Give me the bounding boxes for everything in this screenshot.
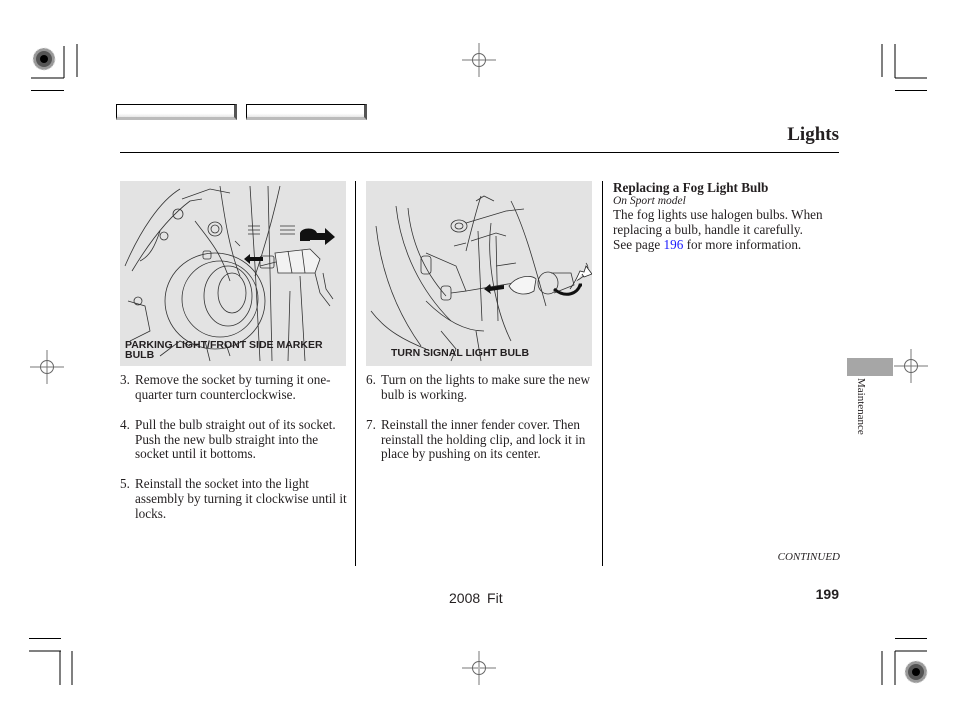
- continued-label: CONTINUED: [777, 551, 840, 563]
- step-text: Reinstall the socket into the light asse…: [135, 476, 347, 521]
- steps-column-2: 6. Turn on the lights to make sure the ne…: [366, 372, 598, 477]
- step-number: 6.: [366, 372, 376, 387]
- fog-light-body: The fog lights use halogen bulbs. When r…: [613, 207, 823, 253]
- figure-caption: TURN SIGNAL LIGHT BULB: [391, 347, 530, 359]
- section-title: Lights: [787, 124, 839, 145]
- step-number: 4.: [120, 416, 130, 432]
- footer-model: 2008 Fit: [449, 590, 503, 606]
- step-item: 4. Pull the bulb straight out of its sock…: [120, 416, 352, 463]
- page-196-link[interactable]: 196: [664, 237, 684, 252]
- step-item: 5. Reinstall the socket into the light as…: [120, 476, 352, 522]
- registration-mark-top-left: [31, 44, 78, 91]
- step-text: Turn on the lights to make sure the new …: [381, 372, 591, 402]
- section-tab[interactable]: [847, 358, 893, 376]
- crosshair-top-icon: [462, 43, 496, 77]
- nav-button-index[interactable]: [246, 104, 367, 120]
- steps-column-1: 3. Remove the socket by turning it one-qu…: [120, 372, 352, 537]
- figure-turn-signal: TURN SIGNAL LIGHT BULB: [366, 181, 592, 366]
- printer-target-icon: [904, 660, 928, 684]
- registration-mark-bottom-left: [29, 638, 73, 685]
- fog-light-heading: Replacing a Fog Light Bulb: [613, 180, 769, 195]
- printer-target-icon: [32, 47, 56, 71]
- fog-light-section: Replacing a Fog Light Bulb On Sport mode…: [613, 180, 823, 253]
- step-text: Reinstall the inner fender cover. Then r…: [381, 416, 586, 462]
- page-number: 199: [815, 586, 839, 602]
- title-rule: [120, 152, 839, 153]
- column-divider-2: [602, 181, 603, 566]
- figure-parking-light: PARKING LIGHT/FRONT SIDE MARKER BULB: [120, 181, 346, 366]
- turn-signal-illustration: [370, 195, 592, 362]
- step-text: Remove the socket by turning it one-quar…: [135, 372, 331, 402]
- step-text: Pull the bulb straight out of its socket…: [135, 416, 336, 462]
- step-item: 6. Turn on the lights to make sure the ne…: [366, 372, 598, 403]
- crosshair-right-icon: [894, 349, 928, 383]
- step-item: 3. Remove the socket by turning it one-qu…: [120, 372, 352, 403]
- section-tab-label: Maintenance: [855, 378, 867, 435]
- step-number: 7.: [366, 416, 376, 432]
- column-divider-1: [355, 181, 356, 566]
- crosshair-left-icon: [30, 350, 64, 384]
- registration-mark-bottom-right: [881, 638, 928, 685]
- crosshair-bottom-icon: [462, 651, 496, 685]
- step-number: 3.: [120, 372, 130, 387]
- nav-button-contents[interactable]: [116, 104, 237, 120]
- step-number: 5.: [120, 476, 130, 492]
- caption-line: PARKING LIGHT/FRONT SIDE MARKER: [125, 339, 323, 351]
- caption-line: BULB: [125, 349, 155, 361]
- step-item: 7. Reinstall the inner fender cover. Then…: [366, 416, 598, 463]
- body-text: for more information.: [683, 236, 802, 252]
- figure-caption: PARKING LIGHT/FRONT SIDE MARKER BULB: [125, 339, 347, 361]
- registration-mark-top-right: [881, 44, 927, 91]
